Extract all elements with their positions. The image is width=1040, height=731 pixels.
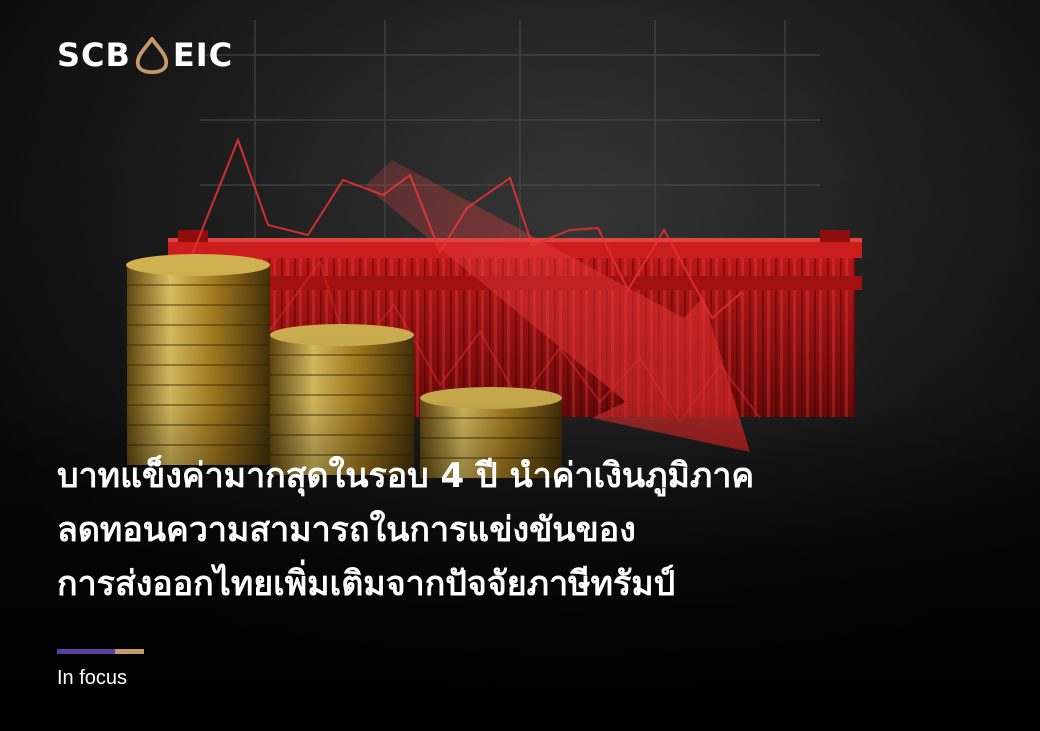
headline-line: การส่งออกไทยเพิ่มเติมจากปัจจัยภาษีทรัมป์ [57,564,676,604]
logo-text-scb: SCB [57,36,131,74]
accent-bar-gold [115,649,144,654]
accent-bar-purple [57,649,115,654]
article-cover: SCB EIC บาทแข็งค่ามากสุดในรอบ 4 ปี นำค่า… [0,0,1040,731]
cover-illustration [0,0,1040,731]
headline: บาทแข็งค่ามากสุดในรอบ 4 ปี นำค่าเงินภูมิ… [57,449,754,611]
category-tag: In focus [57,667,128,689]
headline-line: บาทแข็งค่ามากสุดในรอบ 4 ปี นำค่าเงินภูมิ… [57,456,755,496]
accent-bar [57,649,144,654]
logo-text-eic: EIC [172,36,234,74]
headline-line: ลดทอนความสามารถในการแข่งขันของ [57,510,636,550]
scb-eic-logo: SCB EIC [57,36,233,74]
bottom-fade [0,0,1040,731]
scb-eic-bell-icon [135,36,169,74]
